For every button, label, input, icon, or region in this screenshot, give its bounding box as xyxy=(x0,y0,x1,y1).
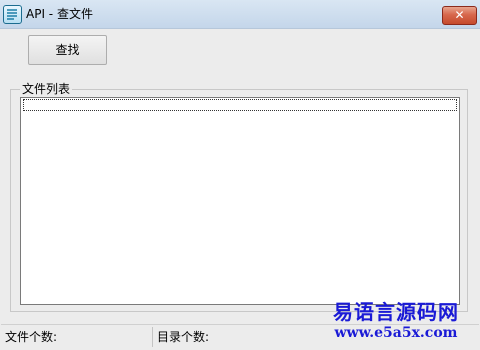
find-button[interactable]: 查找 xyxy=(28,35,107,65)
close-button[interactable]: ✕ xyxy=(442,6,477,25)
file-count-label: 文件个数: xyxy=(5,330,58,344)
title-bar: API - 查文件 ✕ xyxy=(0,0,480,29)
close-icon: ✕ xyxy=(454,8,465,22)
file-list-group-label: 文件列表 xyxy=(20,81,73,97)
status-separator xyxy=(152,327,153,347)
watermark: 易语言源码网 www.e5a5x.com xyxy=(321,300,471,342)
window-title: API - 查文件 xyxy=(26,7,93,21)
watermark-name: 易语言源码网 xyxy=(333,300,459,324)
client-area: 查找 文件列表 文件个数: 目录个数: 易语言源码网 www.e5a5x.com xyxy=(1,29,479,349)
watermark-url: www.e5a5x.com xyxy=(334,325,458,341)
window: API - 查文件 ✕ 查找 文件列表 文件个数: 目录个数: 易语言源码网 w… xyxy=(0,0,480,350)
file-listbox[interactable] xyxy=(20,97,460,305)
app-icon xyxy=(3,5,22,24)
dir-count-label: 目录个数: xyxy=(157,330,210,344)
list-item[interactable] xyxy=(23,99,457,111)
